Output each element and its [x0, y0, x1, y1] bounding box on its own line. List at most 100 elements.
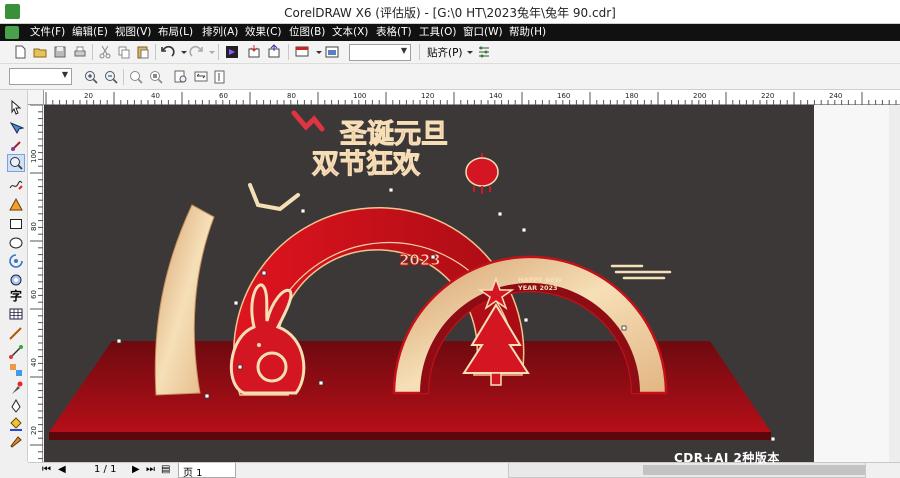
- vertical-scrollbar[interactable]: [889, 105, 900, 462]
- menu-file[interactable]: 文件(F): [30, 25, 65, 40]
- zoom-tool-icon[interactable]: [7, 154, 25, 172]
- blend-tool-icon[interactable]: [8, 362, 24, 378]
- paste-icon[interactable]: [135, 44, 151, 60]
- first-page-icon[interactable]: ⏮: [42, 464, 51, 475]
- ruler-label: 60: [30, 290, 38, 299]
- scrollbar-thumb[interactable]: [643, 465, 865, 475]
- interactive-fill-tool-icon[interactable]: [8, 434, 24, 450]
- crop-tool-icon[interactable]: [8, 138, 24, 154]
- last-page-icon[interactable]: ⏭: [146, 464, 155, 475]
- ruler-label: 220: [761, 92, 774, 100]
- rectangle-tool-icon[interactable]: [8, 216, 24, 232]
- welcome-screen-icon[interactable]: [324, 44, 340, 60]
- add-page-icon[interactable]: ▤: [161, 464, 170, 475]
- text-tool-icon[interactable]: 字: [8, 288, 24, 304]
- ellipse-tool-icon[interactable]: [8, 235, 24, 251]
- drawing-canvas[interactable]: 圣诞元旦 双节狂欢 2023 HAPPY NEW YEAR 2023: [44, 105, 900, 462]
- redo-dropdown-icon[interactable]: [204, 44, 215, 60]
- horizontal-ruler-ticks: 20 40 60 80 100 120 140 160 180 200 220 …: [45, 92, 897, 105]
- zoom-in-icon[interactable]: [83, 69, 99, 85]
- export-icon[interactable]: [266, 44, 282, 60]
- table-tool-icon[interactable]: [8, 306, 24, 322]
- zoom-to-page-icon[interactable]: [173, 69, 189, 85]
- title-bar: CorelDRAW X6 (评估版) - [G:\0 HT\2023兔年\兔年 …: [0, 0, 900, 24]
- options-icon[interactable]: [476, 44, 492, 60]
- application-launcher-icon[interactable]: [294, 44, 310, 60]
- import-icon[interactable]: [246, 44, 262, 60]
- zoom-to-width-icon[interactable]: [193, 69, 209, 85]
- open-icon[interactable]: [32, 44, 48, 60]
- menu-layout[interactable]: 布局(L): [158, 25, 193, 40]
- ruler-label: 200: [693, 92, 706, 100]
- year-badge[interactable]: 2023: [399, 251, 442, 270]
- page-counter: 1 / 1: [94, 464, 117, 475]
- font-combo[interactable]: ▼: [9, 68, 72, 85]
- ruler-label: 140: [489, 92, 502, 100]
- vertical-ruler[interactable]: 100 80 60 40 20: [28, 105, 43, 462]
- page-tab[interactable]: 页 1: [178, 463, 236, 478]
- freehand-tool-icon[interactable]: [8, 176, 24, 192]
- snap-dropdown-icon[interactable]: [462, 44, 473, 60]
- headline-line2[interactable]: 双节狂欢: [312, 149, 422, 181]
- ruler-label: 80: [30, 222, 38, 231]
- ruler-label: 160: [557, 92, 570, 100]
- ruler-label: 100: [353, 92, 366, 100]
- dimension-tool-icon[interactable]: [8, 326, 24, 342]
- menu-text[interactable]: 文本(X): [332, 25, 368, 40]
- color-eyedropper-tool-icon[interactable]: [8, 380, 24, 396]
- menu-table[interactable]: 表格(T): [376, 25, 412, 40]
- zoom-to-height-icon[interactable]: [212, 69, 228, 85]
- menu-tools[interactable]: 工具(O): [419, 25, 456, 40]
- undo-icon[interactable]: [160, 44, 176, 60]
- menu-edit[interactable]: 编辑(E): [72, 25, 108, 40]
- zoom-to-all-icon[interactable]: [148, 69, 164, 85]
- polygon-tool-icon[interactable]: [8, 253, 24, 269]
- menu-view[interactable]: 视图(V): [115, 25, 151, 40]
- zoom-to-selected-icon[interactable]: [128, 69, 144, 85]
- print-icon[interactable]: [72, 44, 88, 60]
- menu-window[interactable]: 窗口(W): [463, 25, 503, 40]
- horizontal-ruler[interactable]: 20 40 60 80 100 120 140 160 180 200 220 …: [44, 90, 900, 105]
- headline-line1[interactable]: 圣诞元旦: [340, 119, 449, 151]
- basic-shapes-tool-icon[interactable]: [8, 272, 24, 288]
- menu-arrange[interactable]: 排列(A): [202, 25, 238, 40]
- ruler-label: 80: [287, 92, 296, 100]
- search-content-icon[interactable]: [224, 44, 240, 60]
- shape-tool-icon[interactable]: [8, 120, 24, 136]
- copy-icon[interactable]: [116, 44, 132, 60]
- fill-tool-icon[interactable]: [8, 416, 24, 432]
- smart-fill-tool-icon[interactable]: [8, 197, 24, 213]
- menu-effects[interactable]: 效果(C): [245, 25, 282, 40]
- artwork[interactable]: 圣诞元旦 双节狂欢 2023 HAPPY NEW YEAR 2023: [44, 105, 900, 462]
- zoom-level-combo[interactable]: ▼: [349, 44, 411, 61]
- prev-page-icon[interactable]: ◀: [58, 464, 66, 475]
- ruler-label: 100: [30, 150, 38, 163]
- save-icon[interactable]: [52, 44, 68, 60]
- pick-tool-icon[interactable]: [8, 99, 24, 115]
- happy-new-year-line2: YEAR 2023: [517, 284, 558, 292]
- new-file-icon[interactable]: [12, 44, 28, 60]
- standard-toolbar: ▼ 贴齐(P): [0, 41, 900, 64]
- floor-edge: [49, 432, 771, 440]
- outline-pen-tool-icon[interactable]: [8, 398, 24, 414]
- cut-icon[interactable]: [97, 44, 113, 60]
- next-page-icon[interactable]: ▶: [132, 464, 140, 475]
- document-icon[interactable]: [5, 26, 19, 39]
- snap-to-label[interactable]: 贴齐(P): [427, 45, 463, 60]
- watermark-text: CDR+AI 2种版本: [674, 451, 780, 465]
- ruler-label: 180: [625, 92, 638, 100]
- launcher-dropdown-icon[interactable]: [311, 44, 322, 60]
- menu-help[interactable]: 帮助(H): [509, 25, 546, 40]
- ruler-label: 20: [30, 426, 38, 435]
- coreldraw-window: CorelDRAW X6 (评估版) - [G:\0 HT\2023兔年\兔年 …: [0, 0, 900, 478]
- ruler-label: 120: [421, 92, 434, 100]
- ruler-origin[interactable]: [28, 90, 44, 105]
- connector-tool-icon[interactable]: [8, 344, 24, 360]
- undo-dropdown-icon[interactable]: [176, 44, 187, 60]
- property-bar: ▼: [0, 64, 900, 90]
- ruler-label: 40: [151, 92, 160, 100]
- menu-bitmaps[interactable]: 位图(B): [289, 25, 325, 40]
- menu-bar: 文件(F) 编辑(E) 视图(V) 布局(L) 排列(A) 效果(C) 位图(B…: [0, 24, 900, 41]
- redo-icon[interactable]: [188, 44, 204, 60]
- zoom-out-icon[interactable]: [103, 69, 119, 85]
